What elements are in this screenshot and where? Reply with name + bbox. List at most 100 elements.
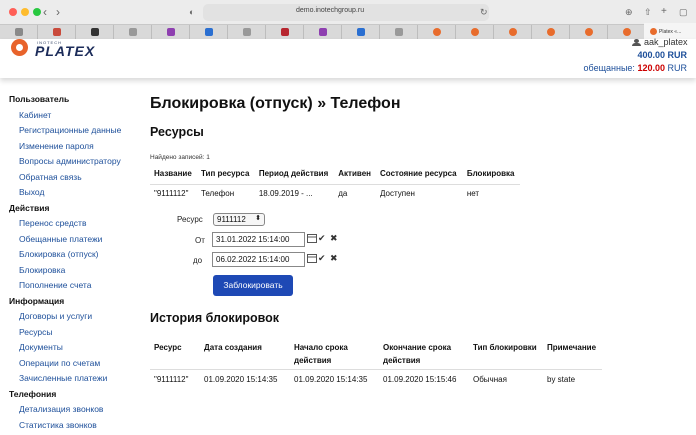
resources-heading: Ресурсы <box>150 125 204 139</box>
sidebar-item-logout[interactable]: Выход <box>9 185 139 201</box>
tab-3[interactable] <box>76 25 114 39</box>
sidebar-item-change-password[interactable]: Изменение пароля <box>9 139 139 155</box>
close-window-icon[interactable] <box>9 8 17 16</box>
sidebar-item-feedback[interactable]: Обратная связь <box>9 170 139 186</box>
to-datetime-value: 06.02.2022 15:14:00 <box>216 255 290 264</box>
sidebar-section-actions: Действия <box>9 202 50 213</box>
table-cell: 18.09.2019 - ... <box>258 188 313 198</box>
browser-toolbar: ‹ › ◐ demo.inotechgroup.ru ↻ ⊕ ⇧ + ▢ <box>0 0 696 24</box>
tab-favicon <box>53 28 61 36</box>
tab-11[interactable] <box>380 25 418 39</box>
sidebar-item-block[interactable]: Блокировка <box>9 263 139 279</box>
tab-favicon <box>623 28 631 36</box>
balance: 400.00 RUR <box>637 50 687 60</box>
url-text[interactable]: demo.inotechgroup.ru <box>296 7 364 14</box>
tab-9[interactable] <box>304 25 342 39</box>
tab-favicon <box>319 28 327 36</box>
sidebar-item-call-details[interactable]: Детализация звонков <box>9 402 139 418</box>
column-header: Окончание срока действия <box>379 338 469 370</box>
sidebar-item-vacation-block[interactable]: Блокировка (отпуск) <box>9 247 139 263</box>
sidebar-item-documents[interactable]: Документы <box>9 340 139 356</box>
from-datetime-input[interactable]: 31.01.2022 15:14:00 <box>212 232 305 247</box>
zoom-window-icon[interactable] <box>33 8 41 16</box>
sidebar-item-promised-payments[interactable]: Обещанные платежи <box>9 232 139 248</box>
tab-favicon <box>547 28 555 36</box>
to-label: до <box>193 256 203 265</box>
tab-5[interactable] <box>152 25 190 39</box>
tab-6[interactable] <box>190 25 228 39</box>
sidebar-item-transfer-funds[interactable]: Перенос средств <box>9 216 139 232</box>
sidebar-item-cabinet[interactable]: Кабинет <box>9 108 139 124</box>
minimize-window-icon[interactable] <box>21 8 29 16</box>
tab-1[interactable] <box>0 25 38 39</box>
tab-favicon <box>129 28 137 36</box>
table-header-row: Название Тип ресурса Период действия Акт… <box>150 164 520 185</box>
tab-favicon <box>471 28 479 36</box>
promised-amount: 120.00 <box>637 63 665 73</box>
user-name[interactable]: aak_platex <box>644 37 688 47</box>
user-icon <box>632 39 641 46</box>
table-cell: Доступен <box>380 188 415 198</box>
tab-2[interactable] <box>38 25 76 39</box>
tab-overview-icon[interactable]: ▢ <box>679 4 688 20</box>
to-datetime-input[interactable]: 06.02.2022 15:14:00 <box>212 252 305 267</box>
chevron-forward-icon[interactable]: › <box>56 4 60 20</box>
sidebar-item-contracts[interactable]: Договоры и услуги <box>9 309 139 325</box>
column-header: Период действия <box>254 164 335 185</box>
share-icon[interactable]: ⇧ <box>644 4 652 20</box>
calendar-icon[interactable] <box>307 233 317 246</box>
table-row: "9111112" 01.09.2020 15:14:35 01.09.2020… <box>150 370 602 386</box>
tab-17[interactable] <box>608 25 646 39</box>
close-icon[interactable]: ✖ <box>330 252 338 264</box>
promised-payments: обещанные: 120.00 RUR <box>584 63 687 73</box>
tab-16[interactable] <box>570 25 608 39</box>
reload-icon[interactable]: ↻ <box>480 4 488 20</box>
sidebar-item-admin-questions[interactable]: Вопросы администратору <box>9 154 139 170</box>
new-tab-icon[interactable]: + <box>661 4 667 20</box>
sidebar-item-resources[interactable]: Ресурсы <box>9 325 139 341</box>
block-button[interactable]: Заблокировать <box>213 275 293 296</box>
column-header: Активен <box>334 164 377 185</box>
resource-select[interactable]: 9111112 ⬍ <box>213 213 265 226</box>
sidebar-item-top-up[interactable]: Пополнение счета <box>9 278 139 294</box>
close-icon[interactable]: ✖ <box>330 232 338 244</box>
download-icon[interactable]: ⊕ <box>625 4 633 20</box>
sidebar-item-call-stats[interactable]: Статистика звонков <box>9 418 139 434</box>
table-row: "9111112" Телефон 18.09.2019 - ... да До… <box>150 184 520 202</box>
tab-favicon <box>91 28 99 36</box>
sidebar-item-account-operations[interactable]: Операции по счетам <box>9 356 139 372</box>
platex-logo-icon[interactable] <box>11 39 28 56</box>
page-title: Блокировка (отпуск) » Телефон <box>150 95 401 112</box>
column-header: Примечание <box>543 338 602 370</box>
tab-favicon <box>395 28 403 36</box>
column-header: Тип блокировки <box>469 338 543 370</box>
tab-favicon <box>357 28 365 36</box>
calendar-icon[interactable] <box>307 253 317 266</box>
tab-8[interactable] <box>266 25 304 39</box>
tab-15[interactable] <box>532 25 570 39</box>
sidebar-item-registration-data[interactable]: Регистрационные данные <box>9 123 139 139</box>
check-icon[interactable]: ✔ <box>318 252 326 264</box>
tab-favicon <box>15 28 23 36</box>
sidebar-item-credited-payments[interactable]: Зачисленные платежи <box>9 371 139 387</box>
resource-label: Ресурс <box>177 215 203 224</box>
sidebar-menu: Пользователь Кабинет Регистрационные дан… <box>9 92 139 433</box>
logo-text[interactable]: PLATEX <box>35 43 95 59</box>
tab-13[interactable] <box>456 25 494 39</box>
tab-10[interactable] <box>342 25 380 39</box>
tab-favicon <box>509 28 517 36</box>
promised-currency: RUR <box>667 63 688 73</box>
table-cell: да <box>338 188 348 198</box>
table-cell: 01.09.2020 15:15:46 <box>383 374 457 384</box>
tab-favicon <box>585 28 593 36</box>
tab-12[interactable] <box>418 25 456 39</box>
check-icon[interactable]: ✔ <box>318 232 326 244</box>
column-header: Блокировка <box>462 164 520 185</box>
table-cell: нет <box>466 188 480 198</box>
chevron-back-icon[interactable]: ‹ <box>43 4 47 20</box>
tab-4[interactable] <box>114 25 152 39</box>
tab-14[interactable] <box>494 25 532 39</box>
tab-favicon <box>243 28 251 36</box>
shield-icon[interactable]: ◐ <box>189 4 194 20</box>
tab-7[interactable] <box>228 25 266 39</box>
